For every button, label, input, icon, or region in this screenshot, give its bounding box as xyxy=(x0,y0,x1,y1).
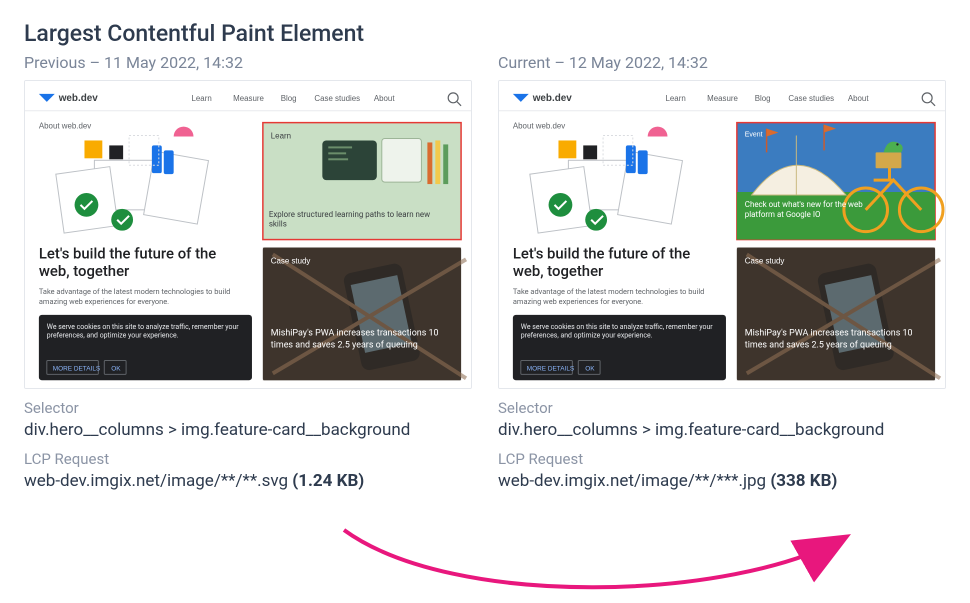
svg-text:Blog: Blog xyxy=(755,94,771,103)
svg-text:Case study: Case study xyxy=(271,256,311,265)
lcp-request-value: web-dev.imgix.net/image/**/**.svg (1.24 … xyxy=(24,470,472,493)
svg-text:Blog: Blog xyxy=(281,94,297,103)
svg-text:OK: OK xyxy=(585,365,595,372)
svg-text:Measure: Measure xyxy=(707,94,738,103)
previous-screenshot: web.dev Learn Measure Blog Case studies … xyxy=(24,80,472,389)
current-column: Current – 12 May 2022, 14:32 web.dev Lea… xyxy=(498,53,946,493)
svg-text:About web.dev: About web.dev xyxy=(39,122,91,131)
svg-text:Event: Event xyxy=(745,132,763,139)
svg-text:Learn: Learn xyxy=(192,94,212,103)
svg-text:MORE DETAILS: MORE DETAILS xyxy=(527,365,574,372)
current-run-label: Current – 12 May 2022, 14:32 xyxy=(498,53,946,72)
svg-text:web.dev: web.dev xyxy=(532,93,573,104)
svg-text:Case study: Case study xyxy=(745,256,785,265)
svg-text:Case studies: Case studies xyxy=(314,94,360,103)
lcp-request-label: LCP Request xyxy=(498,450,946,468)
previous-run-label: Previous – 11 May 2022, 14:32 xyxy=(24,53,472,72)
svg-text:Measure: Measure xyxy=(233,94,264,103)
svg-text:web.dev: web.dev xyxy=(58,93,99,104)
svg-text:About: About xyxy=(848,94,869,103)
lcp-request-value: web-dev.imgix.net/image/**/***.jpg (338 … xyxy=(498,470,946,493)
selector-value: div.hero__columns > img.feature-card__ba… xyxy=(24,419,472,442)
previous-column: Previous – 11 May 2022, 14:32 web.dev Le… xyxy=(24,53,472,493)
svg-text:Learn: Learn xyxy=(666,94,686,103)
lcp-request-label: LCP Request xyxy=(24,450,472,468)
svg-text:About: About xyxy=(374,94,395,103)
svg-text:MORE DETAILS: MORE DETAILS xyxy=(53,365,100,372)
page-title: Largest Contentful Paint Element xyxy=(24,20,946,47)
svg-text:Learn: Learn xyxy=(271,131,291,140)
comparison-row: Previous – 11 May 2022, 14:32 web.dev Le… xyxy=(24,53,946,493)
svg-text:About web.dev: About web.dev xyxy=(513,122,565,131)
svg-text:Case studies: Case studies xyxy=(788,94,834,103)
current-screenshot: web.dev Learn Measure Blog Case studies … xyxy=(498,80,946,389)
svg-text:OK: OK xyxy=(111,365,121,372)
selector-label: Selector xyxy=(498,399,946,417)
selector-label: Selector xyxy=(24,399,472,417)
selector-value: div.hero__columns > img.feature-card__ba… xyxy=(498,419,946,442)
annotation-arrow-icon xyxy=(334,520,864,600)
